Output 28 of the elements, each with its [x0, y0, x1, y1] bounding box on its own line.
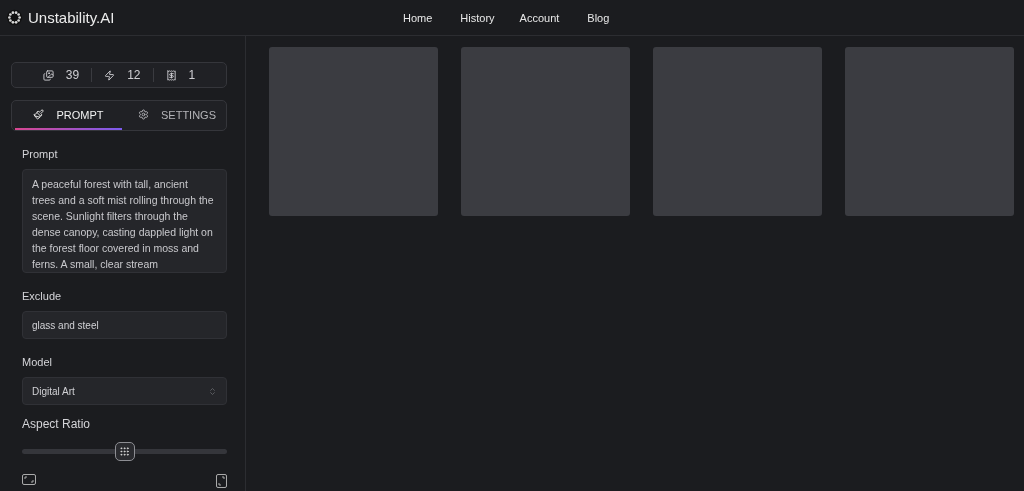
- slider-handle[interactable]: [114, 442, 135, 461]
- landscape-icon: [22, 474, 36, 485]
- field-label: Prompt: [22, 148, 59, 160]
- stat-count: 1: [188, 68, 196, 82]
- exclude-field[interactable]: glass and steel: [22, 311, 227, 339]
- images-icon: [42, 69, 54, 81]
- brand-name: Unstability.AI: [28, 9, 115, 26]
- receipt-icon: [165, 69, 177, 81]
- model-select[interactable]: Digital Art: [22, 377, 227, 405]
- field-label: Aspect Ratio: [22, 417, 92, 431]
- gear-icon: [138, 109, 149, 120]
- tab[interactable]: PROMPT: [15, 101, 122, 130]
- nav-link[interactable]: Account: [519, 11, 560, 24]
- brush-icon: [33, 109, 45, 120]
- stat-count: 12: [127, 68, 141, 82]
- aspect-slider[interactable]: [22, 442, 227, 461]
- field-label: Model: [22, 356, 53, 368]
- logo-icon: [6, 9, 23, 26]
- field-label: Exclude: [22, 290, 63, 302]
- chevron-icon: [208, 386, 217, 396]
- portrait-icon: [216, 474, 227, 488]
- nav-link[interactable]: Blog: [587, 11, 610, 24]
- nav-link[interactable]: History: [460, 11, 495, 24]
- nav-link[interactable]: Home: [403, 11, 433, 24]
- stat-count: 39: [65, 68, 80, 82]
- lightning-icon: [104, 69, 116, 81]
- tab[interactable]: SETTINGS: [122, 101, 232, 130]
- prompt-field[interactable]: A peaceful forest with tall, ancient trees and a soft mist rolling through the scene. Sunlight filters through the dense canopy, casting dappled light on the forest floor covered in moss and ferns. A small, clear stream: [22, 169, 227, 273]
